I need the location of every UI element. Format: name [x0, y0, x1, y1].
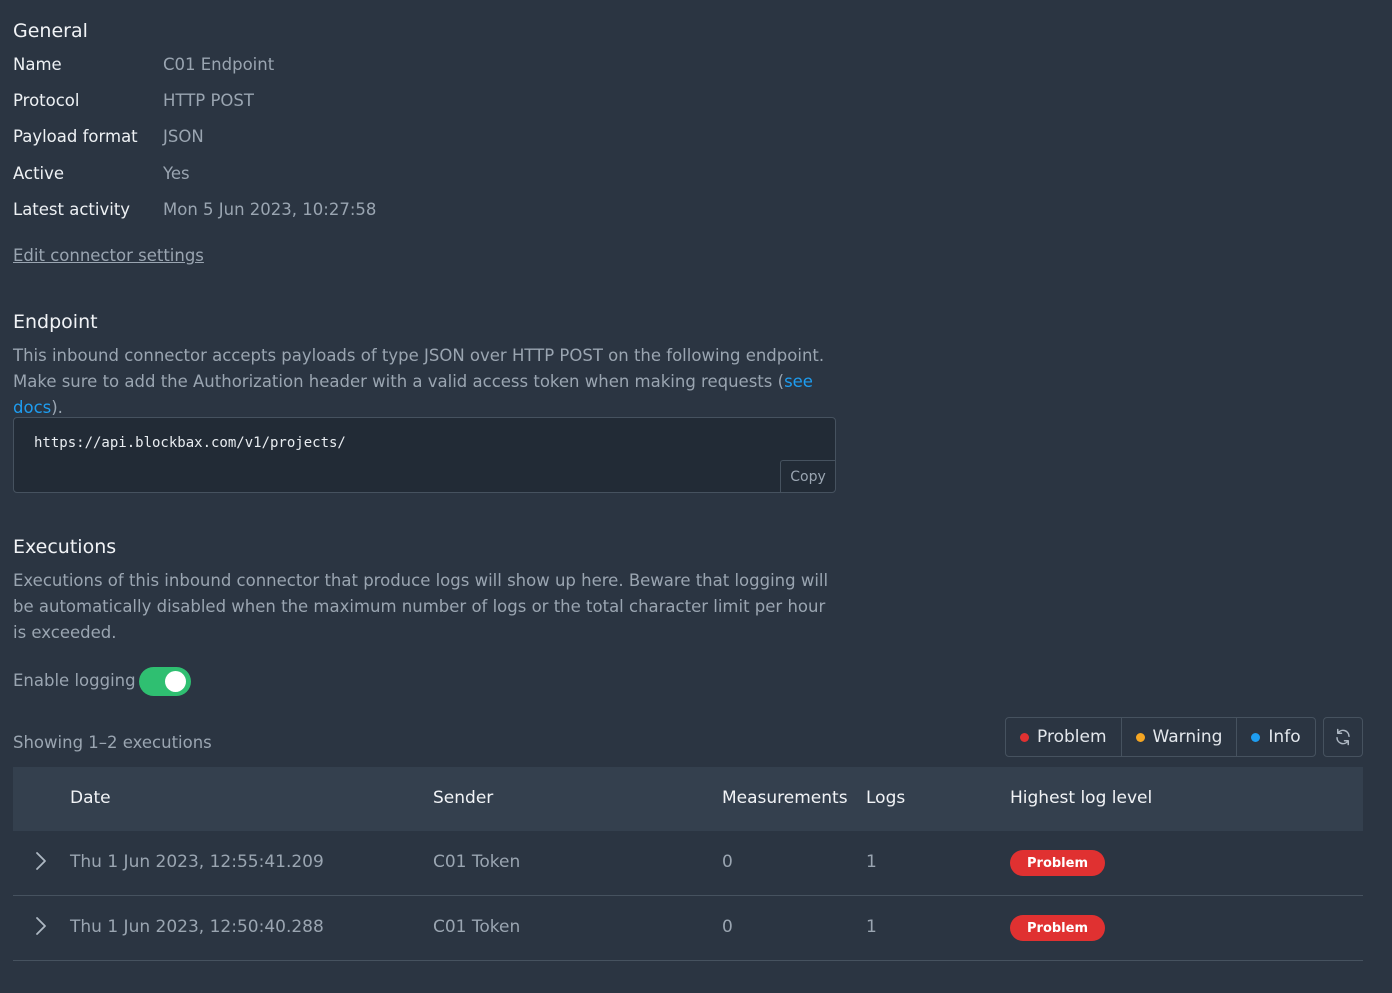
endpoint-heading: Endpoint — [13, 311, 98, 333]
info-dot-icon — [1251, 732, 1261, 742]
executions-description: Executions of this inbound connector tha… — [13, 571, 829, 642]
table-row[interactable]: Thu 1 Jun 2023, 12:50:40.288 C01 Token 0… — [13, 896, 1363, 961]
status-badge: Problem — [1010, 915, 1105, 941]
column-measurements[interactable]: Measurements — [722, 787, 848, 809]
filter-problem-label: Problem — [1037, 727, 1107, 747]
refresh-icon — [1336, 728, 1350, 746]
name-label: Name — [13, 55, 62, 74]
protocol-value: HTTP POST — [163, 91, 254, 110]
general-heading: General — [13, 20, 88, 42]
chevron-right-icon[interactable] — [33, 851, 49, 871]
column-highest-log-level[interactable]: Highest log level — [1010, 787, 1152, 809]
refresh-button[interactable] — [1323, 717, 1363, 757]
protocol-label: Protocol — [13, 91, 80, 110]
column-sender[interactable]: Sender — [433, 787, 493, 809]
status-badge: Problem — [1010, 850, 1105, 876]
showing-count: Showing 1–2 executions — [13, 733, 212, 752]
row-date: Thu 1 Jun 2023, 12:55:41.209 — [70, 852, 324, 872]
executions-table-header: Date Sender Measurements Logs Highest lo… — [13, 767, 1363, 831]
filter-info-button[interactable]: Info — [1236, 718, 1314, 756]
filter-problem-button[interactable]: Problem — [1006, 718, 1121, 756]
enable-logging-toggle[interactable] — [139, 667, 191, 696]
endpoint-url[interactable]: https://api.blockbax.com/v1/projects/ — [34, 435, 346, 451]
edit-connector-settings-link[interactable]: Edit connector settings — [13, 245, 204, 267]
row-date: Thu 1 Jun 2023, 12:50:40.288 — [70, 917, 324, 937]
active-label: Active — [13, 164, 65, 183]
row-measurements: 0 — [722, 852, 733, 872]
row-measurements: 0 — [722, 917, 733, 937]
log-level-filter: Problem Warning Info — [1005, 717, 1316, 757]
row-logs: 1 — [866, 852, 877, 872]
filter-info-label: Info — [1268, 727, 1301, 747]
endpoint-description-end: ). — [51, 398, 63, 417]
latest-activity-label: Latest activity — [13, 200, 131, 219]
table-row[interactable]: Thu 1 Jun 2023, 12:55:41.209 C01 Token 0… — [13, 831, 1363, 896]
problem-dot-icon — [1020, 732, 1029, 742]
enable-logging-label: Enable logging — [13, 671, 136, 690]
connector-detail-page: General Name C01 Endpoint Protocol HTTP … — [0, 0, 1392, 993]
toggle-knob — [165, 671, 186, 692]
row-logs: 1 — [866, 917, 877, 937]
name-value: C01 Endpoint — [163, 55, 275, 74]
endpoint-description-text: This inbound connector accepts payloads … — [13, 346, 825, 391]
column-logs[interactable]: Logs — [866, 787, 905, 809]
warning-dot-icon — [1135, 732, 1145, 742]
chevron-right-icon[interactable] — [33, 916, 49, 936]
column-date[interactable]: Date — [70, 787, 111, 809]
payload-format-label: Payload format — [13, 127, 138, 146]
copy-button[interactable]: Copy — [780, 460, 835, 492]
latest-activity-value: Mon 5 Jun 2023, 10:27:58 — [163, 200, 377, 219]
filter-warning-label: Warning — [1152, 727, 1223, 747]
active-value: Yes — [163, 164, 190, 183]
executions-heading: Executions — [13, 536, 117, 558]
endpoint-url-box: https://api.blockbax.com/v1/projects/ Co… — [13, 417, 836, 493]
payload-format-value: JSON — [163, 127, 204, 146]
row-sender: C01 Token — [433, 917, 521, 937]
row-sender: C01 Token — [433, 852, 521, 872]
endpoint-description: This inbound connector accepts payloads … — [13, 343, 853, 421]
filter-warning-button[interactable]: Warning — [1120, 718, 1237, 756]
